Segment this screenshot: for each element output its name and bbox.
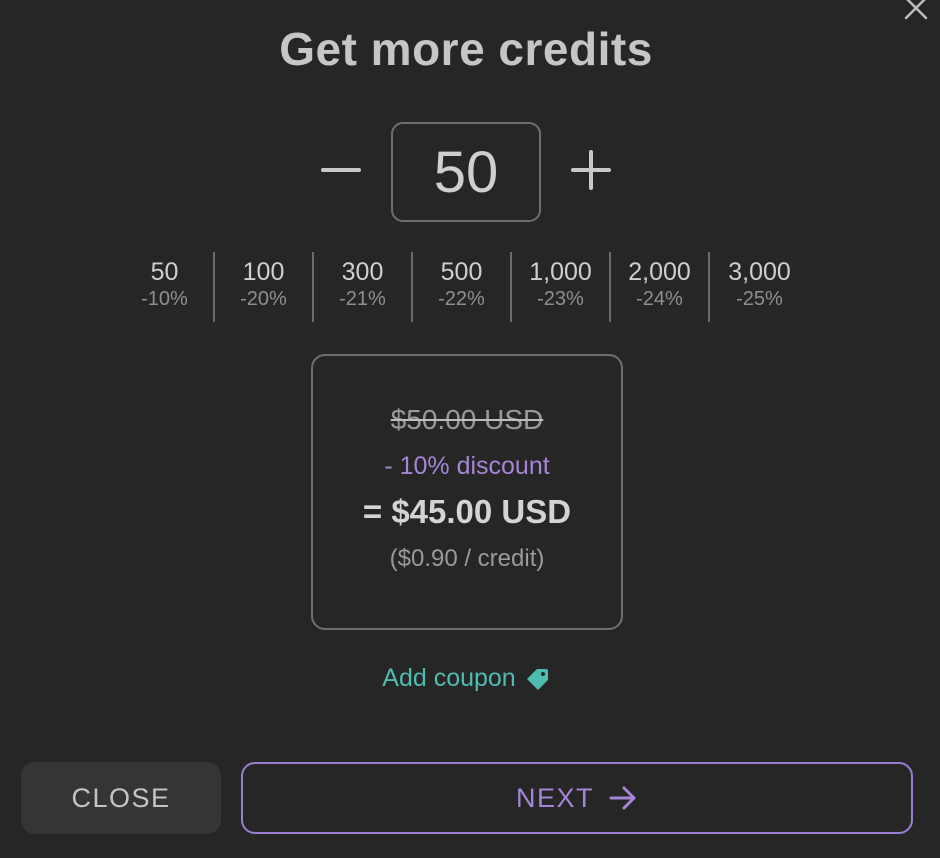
preset-discount: -25% (736, 288, 783, 310)
total-price: = $45.00 USD (362, 493, 572, 530)
credits-dialog: Get more credits 50 50 -10% 100 -20% 300… (0, 0, 940, 858)
preset-discount: -22% (438, 288, 485, 310)
minus-icon (321, 150, 361, 195)
close-icon[interactable] (902, 0, 930, 22)
preset-amount: 500 (440, 258, 483, 286)
decrement-button[interactable] (306, 122, 376, 222)
preset-option[interactable]: 1,000 -23% (512, 252, 611, 322)
next-button[interactable]: NEXT (241, 762, 913, 834)
preset-discount: -23% (537, 288, 584, 310)
preset-discount: -20% (240, 288, 287, 310)
price-per-credit: ($0.90 / credit) (389, 545, 545, 572)
increment-button[interactable] (556, 122, 626, 222)
close-button[interactable]: CLOSE (21, 762, 221, 834)
preset-option[interactable]: 50 -10% (116, 252, 215, 322)
arrow-right-icon (608, 783, 638, 813)
add-coupon-label: Add coupon (382, 664, 516, 692)
preset-option[interactable]: 500 -22% (413, 252, 512, 322)
quantity-stepper: 50 (0, 122, 932, 222)
next-button-label: NEXT (515, 782, 594, 813)
preset-amount: 300 (341, 258, 384, 286)
preset-list: 50 -10% 100 -20% 300 -21% 500 -22% 1,000… (116, 252, 809, 322)
preset-discount: -21% (339, 288, 386, 310)
preset-discount: -24% (636, 288, 683, 310)
dialog-title: Get more credits (279, 23, 653, 75)
preset-amount: 50 (150, 258, 179, 286)
preset-amount: 2,000 (628, 258, 691, 286)
preset-option[interactable]: 100 -20% (215, 252, 314, 322)
preset-amount: 100 (242, 258, 285, 286)
add-coupon-link[interactable]: Add coupon (0, 664, 932, 693)
preset-option[interactable]: 3,000 -25% (710, 252, 809, 322)
quantity-input[interactable]: 50 (391, 122, 541, 222)
price-summary: $50.00 USD - 10% discount = $45.00 USD (… (311, 354, 623, 630)
plus-icon (571, 149, 611, 195)
tag-icon (526, 667, 550, 691)
discount-label: - 10% discount (384, 452, 550, 480)
preset-amount: 3,000 (728, 258, 791, 286)
original-price: $50.00 USD (390, 404, 544, 435)
preset-amount: 1,000 (529, 258, 592, 286)
preset-option[interactable]: 2,000 -24% (611, 252, 710, 322)
preset-discount: -10% (141, 288, 188, 310)
preset-option[interactable]: 300 -21% (314, 252, 413, 322)
